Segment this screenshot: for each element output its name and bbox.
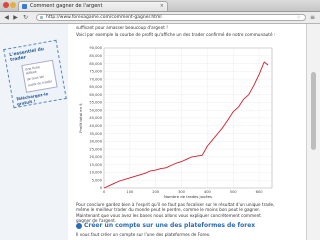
- tab-active[interactable]: Comment gagner de l'argent ×: [18, 1, 168, 11]
- back-button[interactable]: ◀: [3, 14, 10, 21]
- tab-close-icon[interactable]: ×: [160, 3, 164, 10]
- x-tick-label: 500: [230, 190, 238, 194]
- section-heading: Créer un compte sur une des plateformes …: [76, 222, 255, 229]
- intro-line: suffisant pour amasser beaucoup d'argent…: [76, 25, 168, 30]
- x-tick-label: 0: [103, 190, 106, 194]
- x-axis-label: Nombre de trades jouées: [164, 194, 212, 199]
- vertical-scrollbar[interactable]: [306, 24, 320, 240]
- toolbar: ◀ ▶ ↻ http://www.forexagame.com/comment-…: [0, 12, 320, 24]
- y-tick-label: 55,000: [89, 101, 102, 105]
- y-tick-label: 60,000: [89, 93, 102, 97]
- y-tick-label: 45,000: [89, 116, 102, 120]
- address-bar[interactable]: http://www.forexagame.com/comment-gagner…: [36, 14, 306, 21]
- promo-footer: Téléchargez-le gratuit !: [15, 91, 49, 107]
- y-tick-label: 70,000: [89, 77, 102, 81]
- browser-window: Comment gagner de l'argent × ◀ ▶ ↻ http:…: [0, 0, 320, 240]
- promo-card[interactable]: L'essentiel du trader Une fiche réflexe …: [3, 39, 67, 109]
- y-tick-label: 10,000: [89, 171, 102, 175]
- tab-title: Comment gagner de l'argent: [30, 3, 103, 9]
- url-text: http://www.forexagame.com/comment-gagner…: [46, 15, 162, 20]
- y-tick-label: 65,000: [89, 85, 102, 89]
- y-tick-label: 80,000: [89, 62, 102, 66]
- section-heading-text: Créer un compte sur une des plateformes …: [84, 222, 256, 229]
- left-sidebar: L'essentiel du trader Une fiche réflexe …: [0, 24, 68, 240]
- x-tick-label: 100: [126, 190, 134, 194]
- y-tick-label: 75,000: [89, 70, 102, 74]
- y-tick-label: 35,000: [89, 132, 102, 136]
- y-tick-label: 5,000: [92, 178, 103, 182]
- conclusion-paragraph: Pour conclure gardez bien à l'esprit qu'…: [76, 202, 275, 212]
- y-tick-label: 90,000: [89, 46, 102, 50]
- y-tick-label: 50,000: [89, 108, 102, 112]
- y-tick-label: 30,000: [89, 140, 102, 144]
- page-content: L'essentiel du trader Une fiche réflexe …: [0, 24, 320, 240]
- page-icon: [40, 16, 43, 19]
- y-tick-label: 25,000: [89, 147, 102, 151]
- y-axis-label: Profit total en $: [78, 103, 83, 133]
- reload-button[interactable]: ↻: [22, 14, 29, 21]
- close-window-button[interactable]: [3, 2, 9, 8]
- profit-chart: 0 5,000 10,000 15,000 20,000 25,000 30,000 35,0…: [72, 42, 284, 210]
- minimize-window-button[interactable]: [10, 2, 16, 8]
- article: suffisant pour amasser beaucoup d'argent…: [72, 24, 284, 240]
- scrollbar-thumb[interactable]: [311, 72, 316, 150]
- y-tick-label: 15,000: [89, 163, 102, 167]
- y-tick-label: 40,000: [89, 124, 102, 128]
- y-tick-label: 85,000: [89, 54, 102, 58]
- y-tick-label: 20,000: [89, 155, 102, 159]
- intro-line: Voici par exemple la courbe de profit qu…: [76, 32, 276, 37]
- favicon-icon: [22, 4, 27, 9]
- promo-booklet: Une fiche réflexe de tous les outils du …: [21, 59, 58, 93]
- tab-bar: Comment gagner de l'argent ×: [0, 0, 320, 12]
- x-tick-label: 600: [256, 190, 264, 194]
- x-tick-label: 200: [152, 190, 160, 194]
- wrench-menu-icon[interactable]: ≡: [309, 14, 316, 21]
- section-bullet-icon: [76, 222, 82, 229]
- last-line: Il vous faut créer un compte sur l'une d…: [76, 232, 211, 237]
- forward-button[interactable]: ▶: [12, 14, 19, 21]
- bookmark-star-icon[interactable]: ☆: [297, 15, 301, 21]
